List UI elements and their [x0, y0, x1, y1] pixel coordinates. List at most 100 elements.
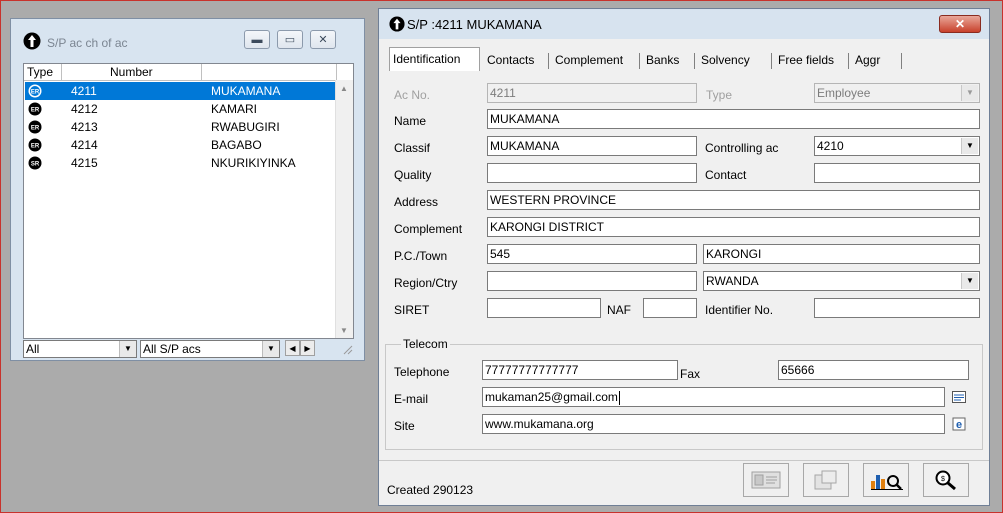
account-detail-window[interactable]: S/P :4211 MUKAMANA ✕ Identification Cont…: [378, 8, 990, 506]
scroll-down-icon[interactable]: ▼: [336, 322, 352, 338]
scroll-left-button[interactable]: ◀: [285, 340, 300, 356]
arrow-right-icon: ▶: [304, 343, 311, 353]
row-name: MUKAMANA: [211, 84, 281, 98]
complement-field[interactable]: KARONGI DISTRICT: [487, 217, 980, 237]
naf-label: NAF: [607, 303, 631, 317]
name-field[interactable]: MUKAMANA: [487, 109, 980, 129]
account-scope-combo[interactable]: All S/P acs ▼: [140, 340, 280, 358]
tab-aggr[interactable]: Aggr: [852, 50, 883, 70]
list-item[interactable]: ER 4214 BAGABO: [25, 136, 336, 154]
telephone-field[interactable]: 77777777777777: [482, 360, 678, 380]
controlling-ac-select[interactable]: 4210 ▼: [814, 136, 980, 156]
chevron-down-icon: ▼: [961, 85, 978, 101]
siret-field[interactable]: [487, 298, 601, 318]
ac-no-label: Ac No.: [394, 88, 431, 102]
classif-field[interactable]: MUKAMANA: [487, 136, 697, 156]
country-select[interactable]: RWANDA ▼: [703, 271, 980, 291]
tab-separator: [771, 53, 772, 69]
tab-identification[interactable]: Identification: [389, 47, 480, 71]
send-email-button[interactable]: [949, 387, 969, 407]
chevron-down-icon[interactable]: ▼: [119, 341, 136, 357]
site-field[interactable]: www.mukamana.org: [482, 414, 945, 434]
column-header-type[interactable]: Type: [24, 64, 62, 80]
scroll-right-button[interactable]: ▶: [300, 340, 315, 356]
tab-banks[interactable]: Banks: [643, 50, 682, 70]
identifier-no-label: Identifier No.: [705, 303, 774, 317]
naf-field[interactable]: [643, 298, 697, 318]
search-button[interactable]: $: [923, 463, 969, 497]
close-button[interactable]: ✕: [310, 30, 336, 49]
email-field[interactable]: mukaman25@gmail.com: [482, 387, 945, 407]
contact-label: Contact: [705, 168, 747, 182]
account-list[interactable]: Type Number ER 4211 MUKAMANA ER 4212 KAM…: [23, 63, 354, 339]
controlling-ac-label: Controlling ac: [705, 141, 779, 155]
list-item[interactable]: ER 4211 MUKAMANA: [25, 82, 336, 100]
row-number: 4215: [71, 156, 98, 170]
row-number: 4211: [71, 84, 97, 98]
row-name: KAMARI: [211, 102, 258, 116]
email-icon: [952, 391, 966, 403]
tab-separator: [694, 53, 695, 69]
contact-field[interactable]: [814, 163, 980, 183]
siret-label: SIRET: [394, 303, 430, 317]
list-item[interactable]: ER 4212 KAMARI: [25, 100, 336, 118]
postal-code-field[interactable]: 545: [487, 244, 697, 264]
tab-complement[interactable]: Complement: [552, 50, 626, 70]
documents-icon: [814, 470, 837, 490]
account-detail-titlebar[interactable]: S/P :4211 MUKAMANA ✕: [379, 9, 989, 39]
column-header-number[interactable]: Number: [62, 64, 202, 80]
text-caret: [618, 390, 620, 405]
vertical-scrollbar[interactable]: ▲ ▼: [335, 80, 353, 338]
arrow-left-icon: ◀: [289, 343, 296, 353]
supplier-badge-icon: SR: [28, 156, 42, 175]
browser-icon: e: [952, 417, 966, 431]
fax-label: Fax: [680, 367, 701, 381]
name-label: Name: [394, 114, 427, 128]
fax-field[interactable]: 65666: [778, 360, 969, 380]
identifier-no-field[interactable]: [814, 298, 980, 318]
scroll-up-icon[interactable]: ▲: [336, 80, 352, 96]
svg-text:$: $: [941, 476, 945, 483]
address-field[interactable]: WESTERN PROVINCE: [487, 190, 980, 210]
documents-button[interactable]: [803, 463, 849, 497]
type-select: Employee ▼: [814, 83, 980, 103]
telephone-label: Telephone: [394, 365, 450, 379]
account-detail-title: S/P :4211 MUKAMANA: [407, 17, 542, 32]
chevron-down-icon[interactable]: ▼: [262, 341, 279, 357]
list-item[interactable]: ER 4213 RWABUGIRI: [25, 118, 336, 136]
maximize-button[interactable]: ▭: [277, 30, 303, 49]
account-list-titlebar[interactable]: S/P ac ch of ac ▬ ▭ ✕: [11, 19, 364, 53]
tab-solvency[interactable]: Solvency: [698, 50, 753, 70]
minimize-icon: ▬: [251, 33, 263, 46]
site-label: Site: [394, 419, 415, 433]
region-field[interactable]: [487, 271, 697, 291]
svg-text:ER: ER: [31, 108, 40, 114]
close-icon: ✕: [954, 17, 966, 31]
chevron-down-icon[interactable]: ▼: [961, 273, 978, 289]
account-list-title: S/P ac ch of ac: [47, 36, 128, 50]
open-website-button[interactable]: e: [949, 414, 969, 434]
close-button[interactable]: ✕: [939, 15, 981, 33]
tab-separator: [639, 53, 640, 69]
list-item[interactable]: SR 4215 NKURIKIYINKA: [25, 154, 336, 172]
town-field[interactable]: KARONGI: [703, 244, 980, 264]
tab-contacts[interactable]: Contacts: [484, 50, 537, 70]
minimize-button[interactable]: ▬: [244, 30, 270, 49]
quality-field[interactable]: [487, 163, 697, 183]
column-header-name[interactable]: [202, 64, 337, 80]
telecom-group: Telecom Telephone 77777777777777 Fax 656…: [385, 337, 983, 450]
row-name: RWABUGIRI: [211, 120, 280, 134]
type-label: Type: [706, 88, 733, 102]
country-value: RWANDA: [706, 274, 759, 288]
account-list-window[interactable]: S/P ac ch of ac ▬ ▭ ✕ Type Number ER 421…: [10, 18, 365, 361]
statistics-button[interactable]: [863, 463, 909, 497]
filter-combo[interactable]: All ▼: [23, 340, 137, 358]
row-number: 4212: [71, 102, 98, 116]
tab-free-fields[interactable]: Free fields: [775, 50, 837, 70]
resize-grip-icon[interactable]: [341, 343, 353, 355]
id-card-button[interactable]: [743, 463, 789, 497]
chevron-down-icon[interactable]: ▼: [961, 138, 978, 154]
tab-separator: [548, 53, 549, 69]
list-filter-bar: All ▼ All S/P acs ▼ ◀ ▶: [23, 339, 354, 359]
row-name: NKURIKIYINKA: [211, 156, 296, 170]
